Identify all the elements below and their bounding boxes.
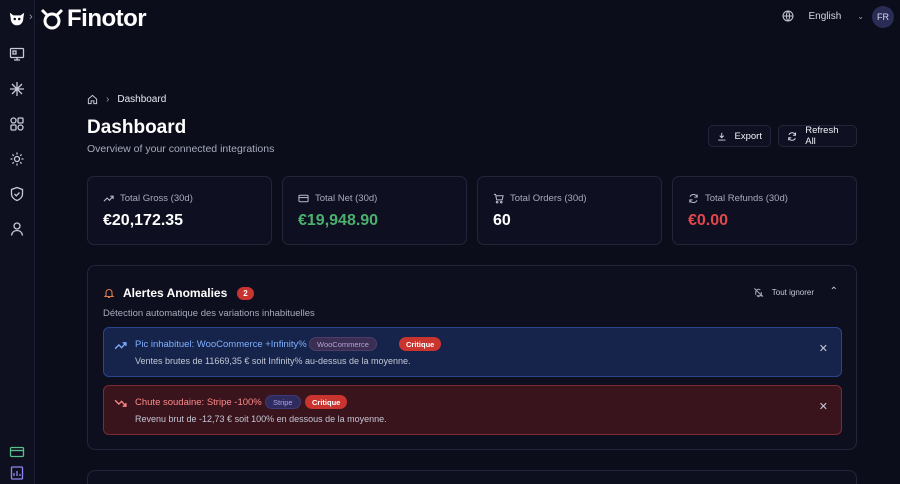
stat-card-total-refunds: Total Refunds (30d) €0.00 xyxy=(672,176,857,245)
export-button[interactable]: Export xyxy=(708,125,771,147)
trend-up-icon xyxy=(114,339,127,352)
home-icon[interactable] xyxy=(87,94,98,105)
alert-title: Chute soudaine: Stripe -100% xyxy=(135,397,262,408)
avatar[interactable]: FR xyxy=(872,6,894,28)
download-icon xyxy=(718,132,726,141)
severity-badge: Critique xyxy=(305,395,348,409)
integrations-icon[interactable] xyxy=(9,116,25,132)
card-icon xyxy=(298,194,309,203)
language-label: English xyxy=(808,10,842,22)
top-header: Finotor English ⌄ FR xyxy=(35,0,900,36)
alert-description: Ventes brutes de 11669,35 € soit Infinit… xyxy=(135,356,411,366)
stat-value: €19,948.90 xyxy=(298,212,379,229)
globe-icon xyxy=(782,10,794,22)
alert-count-badge: 2 xyxy=(237,286,254,300)
panel-subtitle: Détection automatique des variations inh… xyxy=(103,308,315,319)
close-icon[interactable]: ✕ xyxy=(819,400,828,413)
refresh-icon xyxy=(689,193,698,204)
brand-logo-icon xyxy=(39,7,65,31)
alert-title: Pic inhabituel: WooCommerce +Infinity% xyxy=(135,339,307,350)
source-tag: Stripe xyxy=(265,395,301,409)
stat-card-total-net: Total Net (30d) €19,948.90 xyxy=(282,176,467,245)
stat-card-total-gross: Total Gross (30d) €20,172.35 xyxy=(87,176,272,245)
stat-label: Total Net (30d) xyxy=(315,193,378,204)
sidebar: › xyxy=(0,0,35,484)
refresh-all-label: Refresh All xyxy=(805,125,839,147)
sidebar-expand-icon[interactable]: › xyxy=(29,11,33,23)
bell-off-icon xyxy=(753,288,764,298)
billing-icon[interactable] xyxy=(9,444,25,460)
monitor-icon[interactable] xyxy=(9,46,25,62)
breadcrumb-separator-icon: › xyxy=(106,94,110,105)
chevron-down-icon: ⌄ xyxy=(857,11,864,21)
trend-down-icon xyxy=(114,397,127,410)
cart-icon xyxy=(493,193,504,204)
breadcrumb: › Dashboard xyxy=(87,94,166,105)
stat-value: 60 xyxy=(493,212,511,229)
severity-badge: Critique xyxy=(399,337,442,351)
ignore-all-button[interactable]: Tout ignorer xyxy=(753,287,814,298)
stat-card-total-orders: Total Orders (30d) 60 xyxy=(477,176,662,245)
settings-icon[interactable] xyxy=(9,151,25,167)
next-panel xyxy=(87,470,857,484)
language-selector[interactable]: English ⌄ xyxy=(782,10,864,22)
page-title: Dashboard xyxy=(87,117,187,138)
alert-item: Pic inhabituel: WooCommerce +Infinity% W… xyxy=(103,327,842,377)
trend-up-icon xyxy=(103,195,114,202)
close-icon[interactable]: ✕ xyxy=(819,342,828,355)
snowflake-icon[interactable] xyxy=(9,81,25,97)
export-label: Export xyxy=(734,130,762,142)
panel-title: Alertes Anomalies xyxy=(123,286,228,300)
user-icon[interactable] xyxy=(9,221,25,237)
stat-label: Total Orders (30d) xyxy=(510,193,587,204)
shield-icon[interactable] xyxy=(9,186,25,202)
reports-icon[interactable] xyxy=(9,465,25,481)
panel-header: Alertes Anomalies 2 xyxy=(103,286,254,300)
alert-item: Chute soudaine: Stripe -100% Stripe Crit… xyxy=(103,385,842,435)
alert-description: Revenu brut de -12,73 € soit 100% en des… xyxy=(135,414,387,424)
app-logo-icon[interactable] xyxy=(8,10,26,28)
ignore-all-label: Tout ignorer xyxy=(771,288,814,297)
refresh-icon xyxy=(788,131,797,141)
brand-name: Finotor xyxy=(67,5,147,32)
anomaly-alerts-panel: Alertes Anomalies 2 Détection automatiqu… xyxy=(87,265,857,450)
breadcrumb-current: Dashboard xyxy=(117,94,167,105)
chevron-up-icon[interactable]: ⌃ xyxy=(830,286,838,297)
page-subtitle: Overview of your connected integrations xyxy=(87,143,275,155)
bell-icon xyxy=(103,289,115,299)
stat-label: Total Refunds (30d) xyxy=(705,193,788,204)
source-tag: WooCommerce xyxy=(309,337,377,351)
refresh-all-button[interactable]: Refresh All xyxy=(778,125,857,147)
brand[interactable]: Finotor xyxy=(39,5,147,33)
stat-label: Total Gross (30d) xyxy=(120,193,193,204)
stat-value: €20,172.35 xyxy=(103,212,184,229)
stat-value: €0.00 xyxy=(688,212,729,229)
